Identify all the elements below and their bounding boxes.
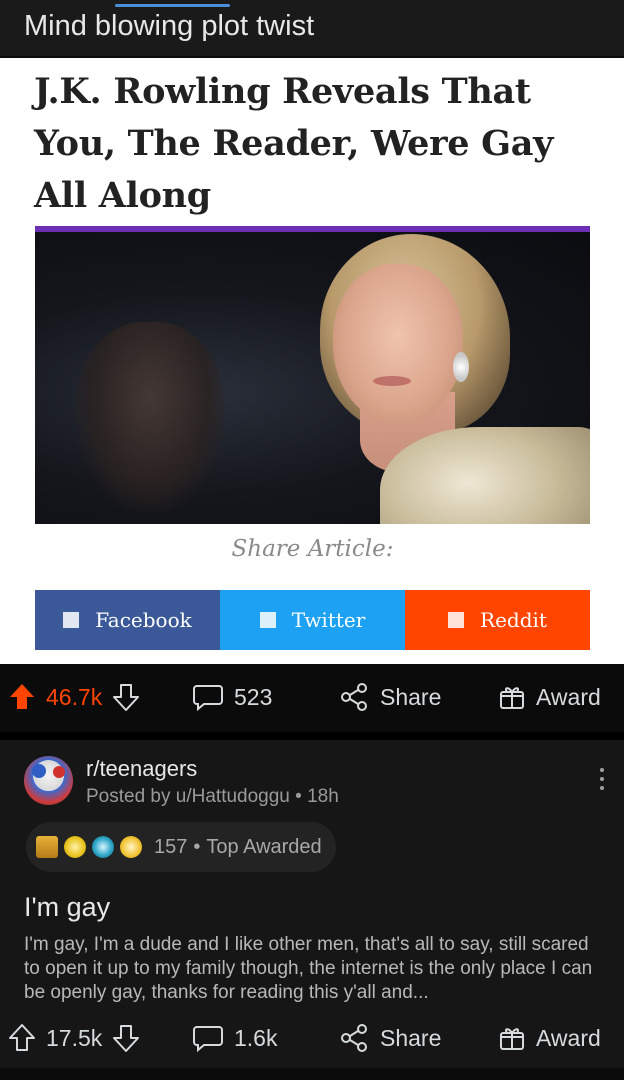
crosspost-body[interactable]: I'm gay, I'm a dude and I like other men… <box>24 933 604 1005</box>
facebook-share-button: Facebook <box>35 590 220 650</box>
posted-by-user[interactable]: Posted by u/Hattudoggu <box>86 786 290 807</box>
twitter-share-button: Twitter <box>220 590 405 650</box>
scroll-indicator <box>115 4 230 7</box>
award-label: Award <box>536 683 601 710</box>
awards-separator: • <box>193 835 201 858</box>
gift-icon <box>500 1028 524 1050</box>
article-photo <box>35 232 590 524</box>
comment-icon <box>193 685 223 712</box>
avatar-detail-right <box>53 766 65 778</box>
facebook-icon <box>63 612 80 628</box>
vote-group: 46.7k <box>8 667 140 727</box>
downvote-icon[interactable] <box>112 682 140 712</box>
comment-count: 523 <box>234 683 273 710</box>
downvote-icon[interactable] <box>112 1023 140 1053</box>
crosspost-award-button[interactable]: Award <box>498 1008 601 1068</box>
post-title-bar: Mind blowing plot twist <box>0 0 624 56</box>
star-award-icon <box>120 836 142 858</box>
crosspost-award-label: Award <box>536 1024 601 1051</box>
upvote-icon[interactable] <box>8 682 36 712</box>
share-article-label: Share Article: <box>231 536 394 562</box>
comment-icon <box>193 1026 223 1053</box>
comments-button[interactable]: 523 <box>192 667 272 727</box>
background-person <box>75 322 225 512</box>
crosspost-share-button[interactable]: Share <box>340 1008 441 1068</box>
post-title[interactable]: Mind blowing plot twist <box>24 10 314 43</box>
award-count: 157 <box>154 835 188 858</box>
subreddit-name[interactable]: r/teenagers <box>86 756 197 782</box>
twitter-icon <box>259 612 276 628</box>
party-hat-award-icon <box>64 836 86 858</box>
crosspost-comment-count: 1.6k <box>234 1024 278 1051</box>
gold-bars-award-icon <box>36 836 58 858</box>
facebook-label: Facebook <box>95 608 192 632</box>
share-label: Share <box>380 683 442 710</box>
crosspost-action-bar: 17.5k 1.6k Share Award <box>0 1008 624 1068</box>
share-icon <box>341 1024 367 1052</box>
reddit-icon <box>448 612 465 628</box>
crosspost-comments-button[interactable]: 1.6k <box>192 1008 277 1068</box>
share-icon <box>341 683 367 711</box>
section-divider <box>0 732 624 740</box>
crosspost-vote-group: 17.5k <box>8 1008 140 1068</box>
post-action-bar: 46.7k 523 Share Award <box>0 667 624 727</box>
photo-earring <box>453 352 469 382</box>
crosspost-score: 17.5k <box>46 1024 103 1051</box>
post-image[interactable]: J.K. Rowling Reveals That You, The Reade… <box>0 58 624 664</box>
crosspost-share-label: Share <box>380 1024 442 1051</box>
photo-face <box>333 264 463 424</box>
avatar-detail-left <box>32 764 46 778</box>
globe-award-icon <box>92 836 114 858</box>
gift-icon <box>500 687 524 709</box>
article-share-buttons: Facebook Twitter Reddit <box>35 590 590 650</box>
more-options-icon[interactable] <box>600 768 606 795</box>
reddit-share-button: Reddit <box>405 590 590 650</box>
awards-label: Top Awarded <box>206 835 322 858</box>
post-meta: Posted by u/Hattudoggu • 18h <box>86 786 339 808</box>
upvote-icon[interactable] <box>8 1023 36 1053</box>
subreddit-avatar[interactable] <box>24 756 73 805</box>
reddit-label: Reddit <box>480 608 547 632</box>
meta-separator: • <box>295 786 308 807</box>
post-age: 18h <box>307 786 339 807</box>
share-button[interactable]: Share <box>340 667 441 727</box>
post-score: 46.7k <box>46 683 103 710</box>
twitter-label: Twitter <box>291 608 366 632</box>
photo-lips <box>373 376 411 386</box>
article-headline: J.K. Rowling Reveals That You, The Reade… <box>34 71 554 216</box>
crosspost-title[interactable]: I'm gay <box>24 892 110 923</box>
award-button[interactable]: Award <box>498 667 601 727</box>
awards-pill[interactable]: 157 • Top Awarded <box>26 822 336 872</box>
crosspost-card[interactable]: r/teenagers Posted by u/Hattudoggu • 18h… <box>0 740 624 1008</box>
